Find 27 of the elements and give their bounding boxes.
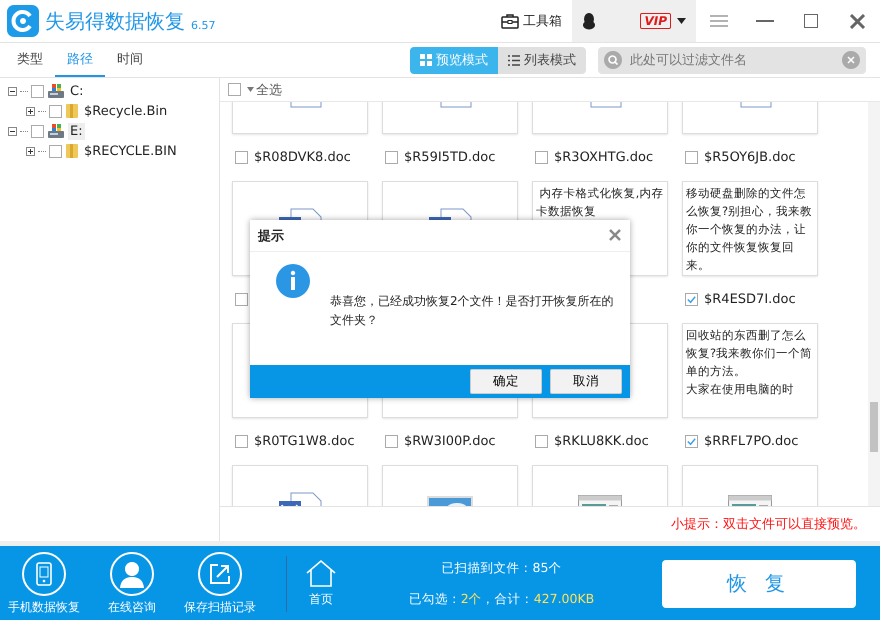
preview-text-line: 大家在使用电脑的时 [686,381,794,398]
preview-text-line: 单的方法。 [686,363,746,380]
preview-text-line: 移动硬盘删除的文件怎 [686,185,806,202]
preview-text-line: 恢复?我来教你们一个简 [686,345,812,362]
scan-stat: 已勾选：2个，合计：427.00KB [408,590,594,608]
dialog-title: 提示 [258,228,284,244]
file-name: $R4ESD7I.doc [704,292,796,307]
file-name: $R5OY6JB.doc [704,150,796,165]
app-title: 失易得数据恢复 [45,8,185,34]
preview-text-line: 回收站的东西删了怎么 [686,327,806,344]
scan-stat: 已扫描到文件：85个 [442,560,562,576]
file-name: $R0TG1W8.doc [254,434,354,449]
preview-text-line: 内存卡格式化恢复,内存 [538,185,664,202]
hint-text: 小提示：双击文件可以直接预览。 [670,516,867,534]
file-name: $RKLU8KK.doc [554,434,649,449]
file-name: $R3OXHTG.doc [554,150,654,165]
preview-text-line: 你一个恢复的办法，让 [686,221,806,238]
dialog-message: 恭喜您，已经成功恢复2个文件！是否打开恢复所在的文件夹？ [330,293,615,329]
preview-text-line: 你的文件恢复恢复回 [686,239,794,256]
preview-text-line: 卡数据恢复 [536,203,596,220]
file-name: $RW3I00P.doc [404,434,496,449]
file-name: $R59I5TD.doc [404,150,496,165]
version-label: 6.57 [191,18,216,32]
preview-text-line: 来。 [686,257,710,274]
preview-text-line: 么恢复?别担心，我来教 [686,203,812,220]
file-name: $RRFL7PO.doc [704,434,798,449]
file-name: $R08DVK8.doc [254,150,351,165]
